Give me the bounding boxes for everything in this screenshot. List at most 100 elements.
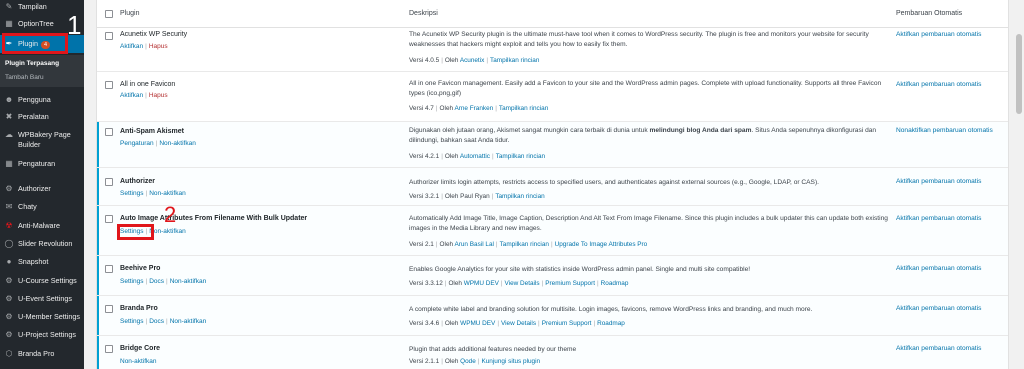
page-scrollbar[interactable]	[1014, 0, 1024, 369]
admin-sidebar: ✎ Tampilan ▦ OptionTree ✒ Plugin 4 Plugin…	[0, 0, 84, 369]
plugin-name: Authorizer	[120, 178, 155, 185]
details-link[interactable]: Tampilkan rincian	[496, 153, 545, 160]
details-link[interactable]: Tampilkan rincian	[495, 193, 544, 200]
plugin-description: Digunakan oleh jutaan orang, Akismet san…	[409, 127, 877, 144]
deactivate-link[interactable]: Non-aktifkan	[149, 190, 186, 197]
submenu-installed-plugins[interactable]: Plugin Terpasang	[5, 60, 59, 67]
gear-icon: ⚙	[5, 294, 13, 303]
sidebar-item-authorizer[interactable]: ⚙ Authorizer	[0, 184, 84, 194]
author-link[interactable]: Automattic	[460, 153, 490, 160]
sidebar-item-label: U-Project Settings	[18, 330, 76, 339]
settings-link[interactable]: Settings	[120, 278, 144, 285]
author-link[interactable]: Arne Franken	[454, 105, 493, 112]
details-link[interactable]: View Details	[505, 280, 540, 287]
plugin-meta: Versi 4.7 | Oleh Arne Franken | Tampilkan ri…	[409, 105, 549, 112]
docs-link[interactable]: Docs	[149, 278, 164, 285]
plugin-meta: Versi 2.1 | Oleh Arun Basil Lal | Tampilkan …	[409, 241, 648, 248]
annotation-highlight-settings	[117, 224, 154, 240]
deactivate-link[interactable]: Non-aktifkan	[170, 318, 207, 325]
table-row: Anti-Spam Akismet Pengaturan | Non-aktifka…	[97, 122, 1008, 168]
plugin-site-link[interactable]: Kunjungi situs plugin	[481, 358, 540, 365]
auto-update-link[interactable]: Aktifkan pembaruan otomatis	[896, 31, 981, 38]
sidebar-item-u-project[interactable]: ⚙ U-Project Settings	[0, 330, 84, 340]
details-link[interactable]: Tampilkan rincian	[500, 241, 549, 248]
deactivate-link[interactable]: Non-aktifkan	[159, 140, 196, 147]
auto-update-link[interactable]: Aktifkan pembaruan otomatis	[896, 305, 981, 312]
activate-link[interactable]: Aktifkan	[120, 43, 143, 50]
details-link[interactable]: Tampilkan rincian	[499, 105, 548, 112]
branda-icon: ⬡	[5, 349, 13, 358]
support-link[interactable]: Premium Support	[545, 280, 595, 287]
auto-update-link[interactable]: Aktifkan pembaruan otomatis	[896, 215, 981, 222]
sidebar-item-chaty[interactable]: ✉ Chaty	[0, 202, 84, 212]
gear-icon: ⚙	[5, 276, 13, 285]
slider-icon: ◯	[4, 239, 14, 248]
submenu-add-new[interactable]: Tambah Baru	[5, 74, 44, 81]
sidebar-item-label: Snapshot	[18, 257, 49, 266]
row-checkbox[interactable]	[105, 81, 113, 89]
sidebar-item-slider-revolution[interactable]: ◯ Slider Revolution	[0, 239, 84, 249]
row-actions: Settings | Docs | Non-aktifkan	[120, 278, 207, 285]
sidebar-item-branda[interactable]: ⬡ Branda Pro	[0, 349, 84, 359]
roadmap-link[interactable]: Roadmap	[597, 320, 625, 327]
auto-update-link[interactable]: Nonaktifkan pembaruan otomatis	[896, 127, 993, 134]
annotation-highlight-plugin	[2, 33, 68, 54]
deactivate-link[interactable]: Non-aktifkan	[170, 278, 207, 285]
auto-update-link[interactable]: Aktifkan pembaruan otomatis	[896, 265, 981, 272]
details-link[interactable]: View Details	[501, 320, 536, 327]
auto-update-link[interactable]: Aktifkan pembaruan otomatis	[896, 345, 981, 352]
row-checkbox[interactable]	[105, 305, 113, 313]
row-checkbox[interactable]	[105, 215, 113, 223]
sidebar-item-label: Pengguna	[18, 95, 51, 104]
row-checkbox[interactable]	[105, 265, 113, 273]
grid-icon: ▦	[5, 19, 13, 28]
roadmap-link[interactable]: Roadmap	[601, 280, 629, 287]
sidebar-item-peralatan[interactable]: ✖ Peralatan	[0, 112, 84, 122]
sidebar-item-anti-malware[interactable]: ☢ Anti-Malware	[0, 221, 84, 231]
wrench-icon: ✖	[5, 112, 13, 121]
deactivate-link[interactable]: Non-aktifkan	[149, 228, 186, 235]
row-actions: Non-aktifkan	[120, 358, 157, 365]
plugin-meta: Versi 2.1.1 | Oleh Qode | Kunjungi situs plu…	[409, 358, 541, 365]
row-checkbox[interactable]	[105, 128, 113, 136]
sidebar-item-snapshot[interactable]: ● Snapshot	[0, 257, 84, 267]
select-all-checkbox[interactable]	[105, 10, 113, 18]
author-link[interactable]: Arun Basil Lal	[454, 241, 493, 248]
column-header-plugin[interactable]: Plugin	[120, 10, 139, 17]
deactivate-link[interactable]: Non-aktifkan	[120, 358, 157, 365]
delete-link[interactable]: Hapus	[149, 92, 168, 99]
delete-link[interactable]: Hapus	[149, 43, 168, 50]
row-actions: Settings | Docs | Non-aktifkan	[120, 318, 207, 325]
sidebar-item-u-course[interactable]: ⚙ U-Course Settings	[0, 276, 84, 286]
row-checkbox[interactable]	[105, 178, 113, 186]
sidebar-item-wpbakery[interactable]: ☁ WPBakery Page Builder	[0, 130, 84, 150]
sidebar-item-u-member[interactable]: ⚙ U-Member Settings	[0, 312, 84, 322]
settings-link[interactable]: Settings	[120, 318, 144, 325]
table-row: Acunetix WP Security Aktifkan | Hapus The …	[97, 28, 1008, 72]
row-checkbox[interactable]	[105, 32, 113, 40]
upgrade-link[interactable]: Upgrade To Image Attributes Pro	[555, 241, 648, 248]
plugin-submenu: Plugin Terpasang Tambah Baru	[0, 55, 84, 87]
sidebar-item-label: Pengaturan	[18, 159, 56, 168]
activate-link[interactable]: Aktifkan	[120, 92, 143, 99]
row-checkbox[interactable]	[105, 345, 113, 353]
author-link[interactable]: WPMU DEV	[464, 280, 499, 287]
sidebar-item-label: Slider Revolution	[18, 239, 73, 248]
auto-update-link[interactable]: Aktifkan pembaruan otomatis	[896, 81, 981, 88]
support-link[interactable]: Premium Support	[542, 320, 592, 327]
plugin-meta: Versi 3.3.12 | Oleh WPMU DEV | View Details |…	[409, 280, 629, 287]
author-link[interactable]: WPMU DEV	[460, 320, 495, 327]
settings-link[interactable]: Settings	[120, 190, 144, 197]
sidebar-item-u-event[interactable]: ⚙ U-Event Settings	[0, 294, 84, 304]
plugin-description: The Acunetix WP Security plugin is the u…	[409, 31, 869, 48]
sidebar-item-pengguna[interactable]: ☻ Pengguna	[0, 95, 84, 105]
sidebar-item-pengaturan[interactable]: ▦ Pengaturan	[0, 159, 84, 169]
details-link[interactable]: Tampilkan rincian	[490, 57, 539, 64]
author-link[interactable]: Qode	[460, 358, 476, 365]
docs-link[interactable]: Docs	[149, 318, 164, 325]
settings-link[interactable]: Pengaturan	[120, 140, 154, 147]
author-link[interactable]: Acunetix	[460, 57, 485, 64]
scrollbar-thumb[interactable]	[1016, 34, 1022, 114]
auto-update-link[interactable]: Aktifkan pembaruan otomatis	[896, 178, 981, 185]
table-header: Plugin Deskripsi Pembaruan Otomatis	[97, 0, 1008, 28]
